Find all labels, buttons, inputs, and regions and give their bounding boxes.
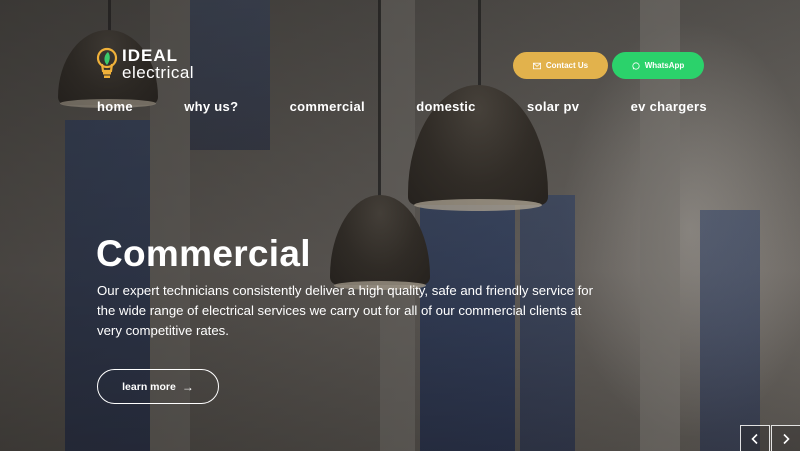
hero-description: Our expert technicians consistently deli… [97, 283, 593, 338]
lightbulb-icon [96, 47, 118, 78]
contact-us-button[interactable]: Contact Us [513, 52, 608, 79]
nav-item-why-us[interactable]: why us? [184, 99, 238, 114]
contact-us-label: Contact Us [545, 61, 589, 70]
nav-item-domestic[interactable]: domestic [416, 99, 475, 114]
envelope-icon [532, 62, 541, 69]
hero-title: Commercial [96, 233, 311, 274]
learn-more-button[interactable]: learn more → [97, 369, 219, 404]
brand-logo[interactable]: IDEAL electrical [96, 47, 194, 81]
nav-item-ev-chargers[interactable]: ev chargers [631, 99, 707, 114]
hero-section: IDEAL electrical Contact Us WhatsApp hom… [0, 0, 800, 451]
slider-next-button[interactable] [771, 425, 800, 451]
chevron-right-icon [783, 433, 790, 445]
arrow-right-icon: → [181, 379, 194, 394]
brand-name-primary: IDEAL [122, 46, 178, 65]
nav-item-solar-pv[interactable]: solar pv [527, 99, 579, 114]
whatsapp-icon [632, 61, 640, 70]
slider-prev-button[interactable] [740, 425, 770, 451]
nav-item-home[interactable]: home [97, 99, 133, 114]
chevron-left-icon [751, 433, 758, 445]
learn-more-label: learn more [122, 380, 176, 393]
main-navigation: home why us? commercial domestic solar p… [97, 99, 707, 114]
whatsapp-label: WhatsApp [644, 61, 685, 70]
nav-item-commercial[interactable]: commercial [290, 99, 365, 114]
whatsapp-button[interactable]: WhatsApp [612, 52, 704, 79]
brand-name-secondary: electrical [122, 63, 195, 82]
